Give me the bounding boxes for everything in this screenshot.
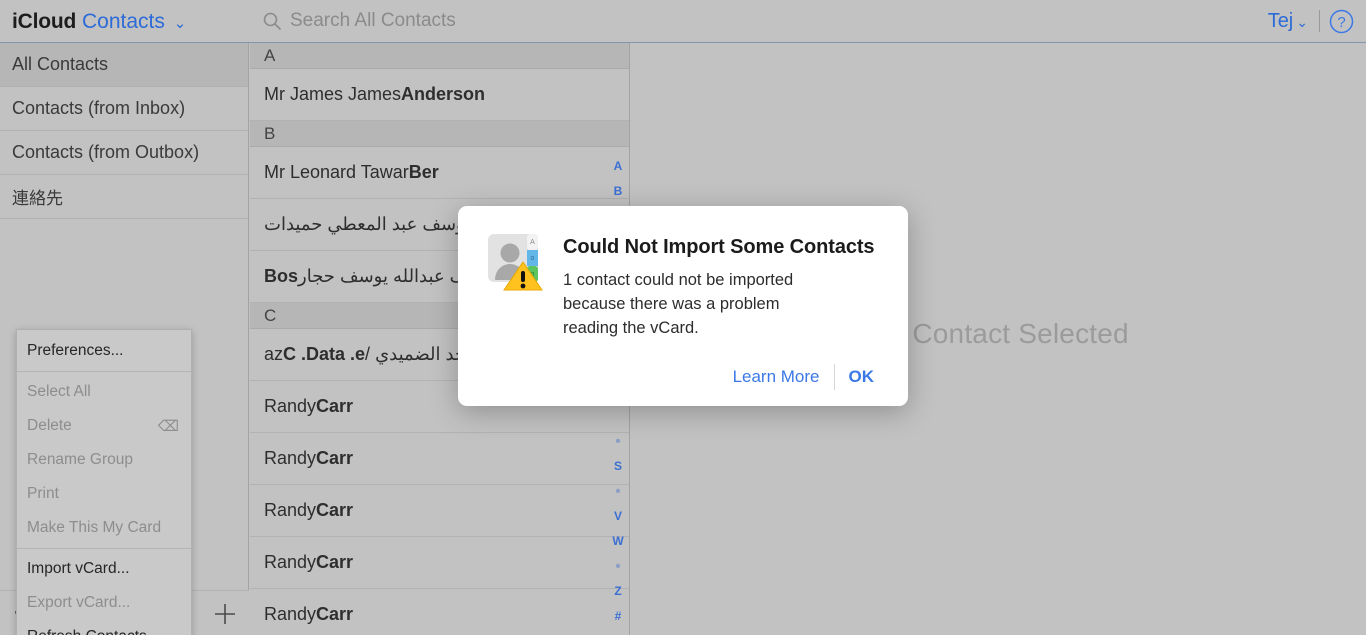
index-letter[interactable]: A [607,154,629,179]
contact-first-name: Randy [264,552,317,572]
learn-more-button[interactable]: Learn More [719,363,834,391]
menu-item: Make This My Card [17,511,191,545]
menu-item-label: Rename Group [27,451,133,468]
contact-first-name: Randy [264,604,317,624]
help-icon[interactable]: ? [1329,9,1354,34]
brand-icloud-label: iCloud [12,10,77,33]
index-letter[interactable]: W [607,529,629,554]
index-letter[interactable]: • [607,479,629,504]
search-icon [263,12,282,31]
contact-first-name: Mr James James [264,84,402,104]
index-letter[interactable]: S [607,454,629,479]
plus-icon[interactable] [212,601,238,627]
sidebar-item-label: 連絡先 [12,189,63,208]
svg-text:o: o [531,255,535,262]
dialog-title: Could Not Import Some Contacts [563,236,875,258]
menu-item: Select All [17,375,191,409]
menu-item-label: Import vCard... [27,560,130,577]
sidebar-item-0[interactable]: All Contacts [0,43,248,87]
sidebar-item-1[interactable]: Contacts (from Inbox) [0,87,248,131]
svg-text:A: A [530,239,535,246]
contact-first-name: Randy [264,396,317,416]
ok-button[interactable]: OK [835,363,889,391]
chevron-down-icon: ⌄ [1296,14,1308,30]
menu-item-label: Export vCard... [27,594,131,611]
menu-item-label: Make This My Card [27,519,162,536]
contact-last-name: Anderson [401,84,486,104]
svg-text:?: ? [1337,14,1345,31]
contact-list-item[interactable]: Mr Leonard Tawar Ber [250,147,629,199]
sidebar-item-2[interactable]: Contacts (from Outbox) [0,131,248,175]
menu-item: Export vCard... [17,586,191,620]
section-letter: C [264,305,277,325]
contact-last-name: Ber [408,162,439,182]
section-letter: B [264,123,276,143]
menu-item-label: Delete [27,417,72,434]
contact-first-name: Randy [264,448,317,468]
menu-item[interactable]: Import vCard... [17,552,191,586]
list-section-header: B [250,121,629,147]
menu-item-label: Print [27,485,59,502]
menu-separator [17,548,191,549]
contact-list-item[interactable]: Randy Carr [250,485,629,537]
contact-last-name: Carr [316,552,354,572]
index-letter[interactable]: V [607,504,629,529]
index-letter[interactable]: • [607,429,629,454]
contact-first-name: Randy [264,500,317,520]
sidebar-item-label: All Contacts [12,54,109,74]
account-name-label: Tej [1267,10,1294,32]
sidebar-item-3[interactable]: 連絡先 [0,175,248,219]
section-letter: A [264,45,276,65]
index-letter[interactable]: # [607,604,629,629]
brand-title[interactable]: iCloud Contacts ⌄ [12,8,186,37]
contact-last-name: Carr [316,448,354,468]
menu-item[interactable]: Refresh Contacts [17,620,191,635]
contact-last-name: C .Data .e [283,344,366,364]
icloud-contacts-window: iCloud Contacts ⌄ Tej⌄ ? All ContactsCon… [0,0,1366,635]
contact-last-name: Carr [316,604,354,624]
contact-first-name: az [264,344,284,364]
menu-item: Rename Group [17,443,191,477]
contact-last-name: Bos [264,266,299,286]
contact-last-name: Carr [316,396,354,416]
brand-app-label: Contacts [81,10,165,33]
search-input[interactable] [290,10,610,32]
toolbar-divider [1319,10,1320,32]
dialog-actions: Learn More OK [719,363,888,391]
menu-item-label: Preferences... [27,342,124,359]
menu-item: Delete ⌫ [17,409,191,443]
chevron-down-icon[interactable]: ⌄ [174,15,187,32]
index-letter[interactable] [607,404,629,429]
menu-item: Print [17,477,191,511]
sidebar-item-label: Contacts (from Inbox) [12,98,186,118]
contact-list-item[interactable]: Randy Carr [250,589,629,635]
contact-list-item[interactable]: Randy Carr [250,537,629,589]
search-bar[interactable] [250,0,630,42]
sidebar-item-label: Contacts (from Outbox) [12,142,200,162]
dialog-message: 1 contact could not be imported because … [563,271,794,337]
index-letter[interactable]: B [607,179,629,204]
menu-item-label: Refresh Contacts [27,628,147,635]
index-letter[interactable]: Z [607,579,629,604]
contact-list-item[interactable]: Randy Carr [250,433,629,485]
menu-separator [17,371,191,372]
menu-item[interactable]: Preferences... [17,334,191,368]
top-bar: iCloud Contacts ⌄ Tej⌄ ? [0,0,1366,43]
contacts-warning-icon: A o o [488,234,543,291]
import-error-dialog: A o o Could Not Import Some Contacts 1 c… [458,206,908,406]
settings-context-menu[interactable]: Preferences... Select All Delete ⌫ Rename Gr… [16,329,192,635]
account-menu[interactable]: Tej ⌄ [1268,8,1308,36]
contact-first-name: Mr Leonard Tawar [264,162,409,182]
menu-item-label: Select All [27,383,91,400]
contact-last-name: Carr [316,500,354,520]
contact-list-item[interactable]: Mr James James Anderson [250,69,629,121]
backspace-icon: ⌫ [157,418,179,435]
list-section-header: A [250,43,629,69]
index-letter[interactable]: • [607,554,629,579]
